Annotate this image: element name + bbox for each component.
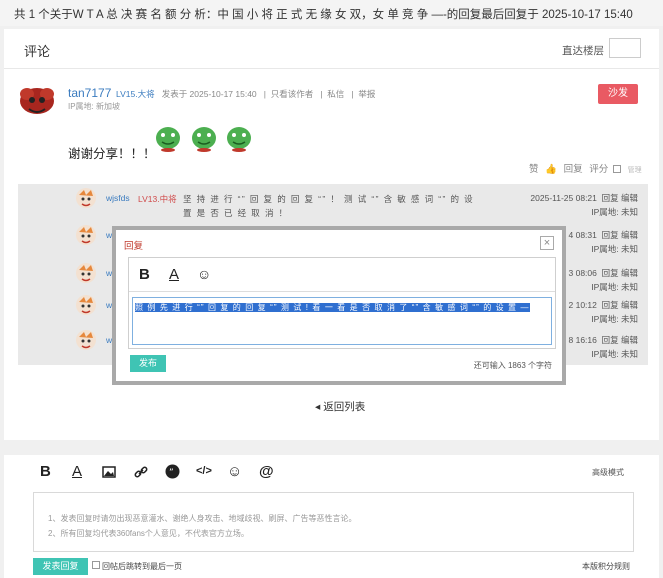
quote-icon[interactable]: ” — [165, 464, 180, 483]
reply-text: 坚 持 进 行 “” 回 复 的 回 复 “” ！ 测 试 “” 含 敏 感 词… — [183, 194, 475, 218]
close-icon[interactable]: × — [540, 236, 554, 250]
reply-level: LV13.中将 — [138, 194, 177, 204]
post-actions: 赞 👍 回复 评分 管理 — [521, 161, 642, 175]
reply-ip: IP属地: 未知 — [591, 349, 638, 359]
thumbs-up-icon: 👍 — [545, 164, 557, 175]
reply-time: 4 08:31 回复 编辑 — [568, 230, 638, 240]
reply-avatar[interactable] — [74, 186, 98, 210]
reply-actions[interactable]: 回复 编辑 — [602, 268, 638, 278]
thread-title: 共 1 个关于W T A 总 决 赛 名 额 分 析：中 国 小 将 正 式 无… — [0, 0, 663, 26]
manage-checkbox[interactable] — [612, 165, 621, 174]
reply-avatar[interactable] — [74, 328, 98, 352]
bold-button[interactable]: B — [139, 266, 150, 283]
floor-badge: 沙发 — [598, 84, 638, 104]
svg-text:”: ” — [169, 468, 174, 478]
jump-floor-label: 直达楼层 — [562, 45, 604, 57]
mention-icon[interactable]: @ — [259, 463, 274, 480]
tip-line: 1、发表回复时请勿出现恶意灌水、谢绝人身攻击、地域歧视、刷屏、广告等恶性言论。 — [48, 514, 357, 523]
reply-ip: IP属地: 未知 — [591, 244, 638, 254]
only-author-link[interactable]: 只看该作者 — [271, 89, 314, 99]
post-meta: LV15.大将 发表于 2025-10-17 15:40 | 只看该作者 | 私… — [116, 89, 376, 99]
private-message-link[interactable]: 私信 — [327, 89, 344, 99]
reply-actions[interactable]: 回复 编辑 — [602, 300, 638, 310]
green-smiley-icon — [156, 127, 180, 152]
post-username[interactable]: tan7177 — [68, 86, 111, 100]
smiley-icon[interactable]: ☺ — [197, 266, 211, 282]
reply-editor: B A ” </> ☺ @ 高级模式 1、发表回复时请勿出现恶意灌水、谢绝人身攻… — [4, 455, 659, 578]
reply-textarea[interactable]: 1、发表回复时请勿出现恶意灌水、谢绝人身攻击、地域歧视、刷屏、广告等恶性言论。 … — [33, 492, 634, 552]
comments-header: 评论 直达楼层 — [4, 29, 659, 69]
credit-rules-link[interactable]: 本版积分规则 — [582, 561, 630, 572]
green-smiley-icon — [192, 127, 216, 152]
reply-row: wjsfds LV13.中将坚 持 进 行 “” 回 复 的 回 复 “” ！ 测… — [18, 184, 648, 222]
reply-time: 8 16:16 回复 编辑 — [568, 335, 638, 345]
jump-floor-input[interactable] — [609, 38, 641, 58]
reply-time: 2025-11-25 08:21 回复 编辑 — [530, 193, 638, 203]
underline-button[interactable]: A — [72, 463, 82, 480]
post-level: LV15.大将 — [116, 89, 155, 99]
submit-reply-button[interactable]: 发表回复 — [33, 558, 88, 575]
dialog-toolbar: B A ☺ — [129, 258, 555, 292]
char-remaining: 还可输入 1863 个字符 — [473, 361, 552, 370]
underline-button[interactable]: A — [169, 266, 179, 283]
reply-avatar[interactable] — [74, 261, 98, 285]
reply-avatar[interactable] — [74, 223, 98, 247]
reply-actions[interactable]: 回复 编辑 — [602, 230, 638, 240]
reply-avatar[interactable] — [74, 293, 98, 317]
bold-button[interactable]: B — [40, 463, 51, 480]
publish-button[interactable]: 发布 — [130, 355, 166, 372]
reply-ip: IP属地: 未知 — [591, 314, 638, 324]
rate-link[interactable]: 评分 — [589, 164, 608, 175]
back-to-list-link[interactable]: ◂ 返回列表 — [315, 399, 365, 414]
smiley-icon[interactable]: ☺ — [227, 463, 242, 480]
reply-link[interactable]: 回复 — [564, 164, 583, 175]
tip-line: 2、所有回复均代表360fans个人意见，不代表官方立场。 — [48, 529, 249, 538]
dialog-input[interactable]: 照 例 先 进 行 “” 回 复 的 回 复 “” 测 试 ! 看 一 看 是 … — [132, 297, 552, 345]
manage-label: 管理 — [627, 167, 642, 174]
comments-heading: 评论 — [24, 44, 51, 59]
post-ip: IP属地: 新加坡 — [68, 102, 121, 111]
green-smiley-icon — [227, 127, 251, 152]
reply-time: 2 10:12 回复 编辑 — [568, 300, 638, 310]
code-icon[interactable]: </> — [196, 465, 212, 477]
post-content: 谢谢分享！！！ — [68, 147, 156, 161]
link-icon[interactable] — [134, 465, 148, 483]
reply-time: 3 08:06 回复 编辑 — [568, 268, 638, 278]
dialog-editor: B A ☺ 照 例 先 进 行 “” 回 复 的 回 复 “” 测 试 ! 看 … — [128, 257, 556, 349]
advanced-mode-link[interactable]: 高级模式 — [592, 467, 624, 478]
dialog-title: 回复 — [124, 241, 144, 252]
post-time: 发表于 2025-10-17 15:40 — [161, 89, 257, 99]
report-link[interactable]: 举报 — [358, 89, 375, 99]
user-avatar[interactable] — [17, 84, 57, 116]
reply-ip: IP属地: 未知 — [591, 207, 638, 217]
reply-dialog: 回复 × B A ☺ 照 例 先 进 行 “” 回 复 的 回 复 “” 测 试… — [112, 226, 566, 385]
reply-actions[interactable]: 回复 编辑 — [602, 335, 638, 345]
image-icon[interactable] — [102, 465, 116, 482]
jump-last-checkbox[interactable] — [92, 561, 100, 569]
reply-username[interactable]: wjsfds — [106, 193, 130, 203]
like-button[interactable]: 赞 👍 — [525, 164, 557, 175]
reply-actions[interactable]: 回复 编辑 — [602, 193, 638, 203]
jump-last-label: 回帖后跳转到最后一页 — [102, 562, 182, 571]
